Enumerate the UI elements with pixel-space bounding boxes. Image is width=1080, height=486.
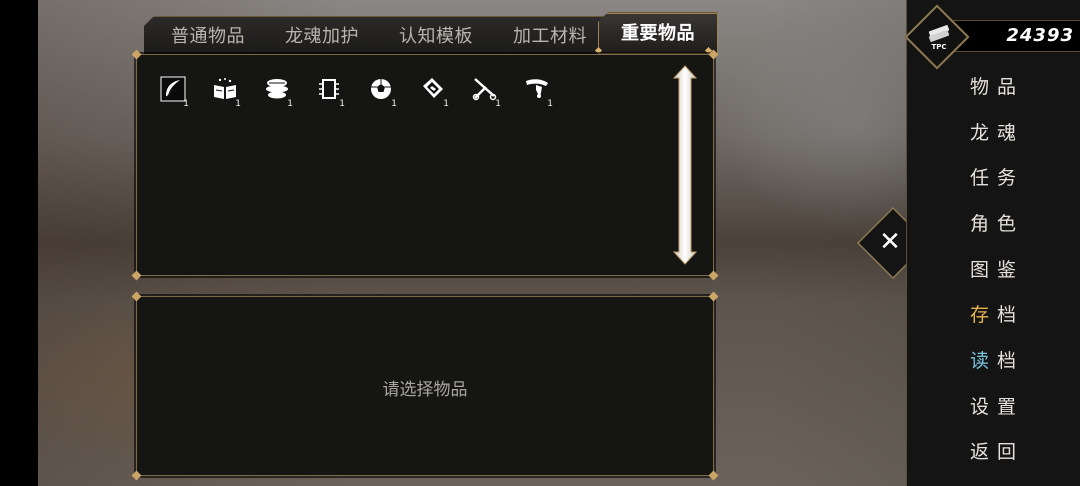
item-slot-feather[interactable]: 1 xyxy=(157,73,189,109)
menu-item-back[interactable]: 返回 xyxy=(970,437,1050,464)
item-slot-ribbon[interactable]: 1 xyxy=(521,73,553,109)
book-icon xyxy=(214,78,236,99)
item-slot-book[interactable]: 1 xyxy=(209,73,241,109)
ball-icon xyxy=(371,79,391,99)
scissors-icon xyxy=(472,78,497,101)
currency-amount: 24393 xyxy=(1006,25,1074,46)
ribbon-icon xyxy=(526,79,548,98)
item-category-tabs: 普通物品 龙魂加护 认知模板 加工材料 重要物品 xyxy=(140,12,718,55)
menu-item-settings[interactable]: 设置 xyxy=(970,392,1050,419)
tpc-coin-icon: TPC xyxy=(924,22,954,52)
item-count: 1 xyxy=(443,99,449,109)
menu-item-load[interactable]: 读档 xyxy=(970,346,1050,373)
item-slot-chip[interactable]: 1 xyxy=(313,73,345,109)
item-slot-scissors[interactable]: 1 xyxy=(469,73,501,109)
item-count: 1 xyxy=(495,99,501,109)
item-count: 1 xyxy=(235,99,241,109)
tab-dragon-soul[interactable]: 龙魂加护 xyxy=(258,16,386,54)
tab-key-items[interactable]: 重要物品 xyxy=(598,12,718,54)
item-count: 1 xyxy=(339,99,345,109)
chip-icon xyxy=(319,79,339,99)
menu-item-characters[interactable]: 角色 xyxy=(970,209,1050,236)
tab-normal-items[interactable]: 普通物品 xyxy=(144,16,272,54)
select-item-prompt: 请选择物品 xyxy=(382,380,468,400)
item-count: 1 xyxy=(547,99,553,109)
item-slot-food[interactable]: 1 xyxy=(261,73,293,109)
item-grid-panel: 1 1 1 1 1 1 1 1 xyxy=(131,49,719,281)
item-count: 1 xyxy=(287,99,293,109)
menu-item-codex[interactable]: 图鉴 xyxy=(970,255,1050,282)
item-slot-card[interactable]: 1 xyxy=(417,73,449,109)
menu-item-save[interactable]: 存档 xyxy=(970,300,1050,327)
currency-label: TPC xyxy=(931,43,946,51)
left-black-bar xyxy=(0,0,38,486)
tab-cognition-templates[interactable]: 认知模板 xyxy=(372,16,500,54)
feather-icon xyxy=(160,76,186,102)
menu-item-tasks[interactable]: 任务 xyxy=(970,163,1050,190)
item-count: 1 xyxy=(391,99,397,109)
item-list-scrollbar[interactable] xyxy=(672,64,698,266)
close-icon[interactable]: ✕ xyxy=(876,228,904,256)
card-icon xyxy=(423,78,443,98)
menu-item-dragon-soul[interactable]: 龙魂 xyxy=(970,118,1050,145)
item-count: 1 xyxy=(183,99,189,109)
tab-crafting-materials[interactable]: 加工材料 xyxy=(486,16,614,54)
food-icon xyxy=(266,79,288,99)
item-description-panel: 请选择物品 xyxy=(131,291,719,481)
item-slot-ball[interactable]: 1 xyxy=(365,73,397,109)
menu-item-items[interactable]: 物品 xyxy=(970,72,1050,99)
